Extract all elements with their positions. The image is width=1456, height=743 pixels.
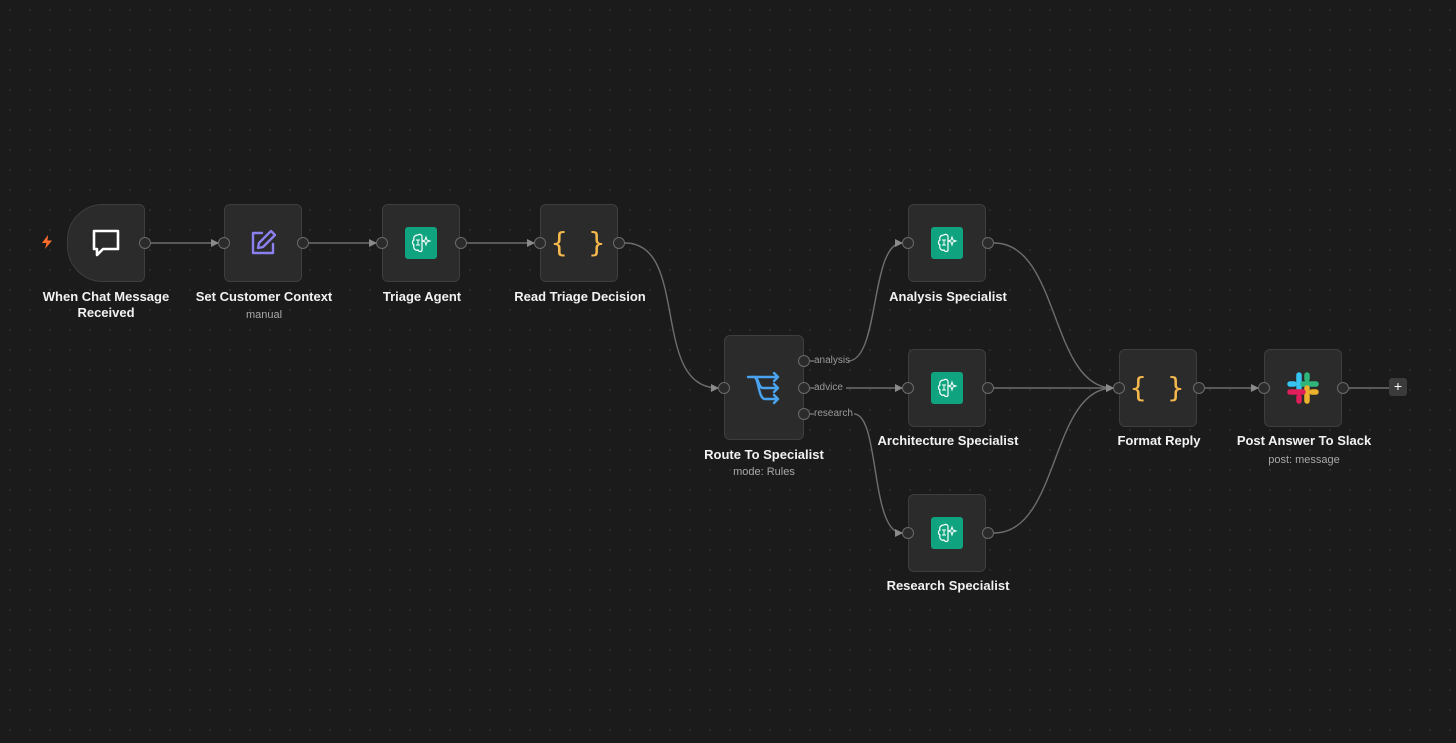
trigger-bolt-icon bbox=[42, 235, 52, 249]
node-analysis-specialist[interactable] bbox=[908, 204, 986, 282]
connection-research-to-format[interactable] bbox=[993, 384, 1114, 534]
edit-pencil-icon bbox=[251, 229, 277, 255]
node-subtitle: post: message bbox=[1268, 454, 1340, 466]
output-port[interactable] bbox=[982, 237, 994, 249]
node-title: When Chat Message Received bbox=[42, 289, 170, 320]
input-port[interactable] bbox=[902, 382, 914, 394]
input-port[interactable] bbox=[902, 527, 914, 539]
input-port[interactable] bbox=[718, 382, 730, 394]
output-port[interactable] bbox=[982, 527, 994, 539]
output-port[interactable] bbox=[982, 382, 994, 394]
output-label-research: research bbox=[814, 408, 853, 419]
node-read-triage-decision[interactable]: { } bbox=[540, 204, 618, 282]
input-port[interactable] bbox=[534, 237, 546, 249]
input-port[interactable] bbox=[376, 237, 388, 249]
node-architecture-specialist[interactable] bbox=[908, 349, 986, 427]
node-research-specialist[interactable] bbox=[908, 494, 986, 572]
node-title: Analysis Specialist bbox=[889, 289, 1007, 304]
output-port[interactable] bbox=[1193, 382, 1205, 394]
connection-analysis-to-format[interactable] bbox=[993, 242, 1114, 392]
node-format-reply[interactable]: { } bbox=[1119, 349, 1197, 427]
output-port-research[interactable] bbox=[798, 408, 810, 420]
connection-read-to-route[interactable] bbox=[624, 242, 719, 392]
input-port[interactable] bbox=[1258, 382, 1270, 394]
code-braces-icon: { } bbox=[550, 226, 608, 259]
router-arrows-icon bbox=[746, 371, 780, 404]
ai-brain-icon bbox=[931, 372, 963, 404]
node-subtitle: manual bbox=[245, 309, 283, 321]
node-title: Format Reply bbox=[1117, 433, 1201, 448]
node-post-answer-to-slack[interactable] bbox=[1264, 349, 1342, 427]
input-port[interactable] bbox=[218, 237, 230, 249]
output-label-analysis: analysis bbox=[814, 355, 851, 366]
node-title: Architecture Specialist bbox=[877, 433, 1019, 448]
node-route-to-specialist[interactable] bbox=[724, 335, 804, 440]
output-port[interactable] bbox=[613, 237, 625, 249]
output-port-analysis[interactable] bbox=[798, 355, 810, 367]
node-title: Read Triage Decision bbox=[514, 289, 646, 304]
output-port[interactable] bbox=[1337, 382, 1349, 394]
ai-brain-icon bbox=[931, 517, 963, 549]
add-node-button[interactable]: + bbox=[1389, 378, 1407, 396]
chat-bubble-icon bbox=[92, 229, 120, 257]
node-triage-agent[interactable] bbox=[382, 204, 460, 282]
ai-brain-icon bbox=[931, 227, 963, 259]
output-port[interactable] bbox=[297, 237, 309, 249]
ai-brain-icon bbox=[405, 227, 437, 259]
node-title: Research Specialist bbox=[886, 578, 1010, 593]
output-port[interactable] bbox=[139, 237, 151, 249]
node-subtitle: mode: Rules bbox=[733, 466, 795, 478]
output-port-advice[interactable] bbox=[798, 382, 810, 394]
node-title: Set Customer Context bbox=[195, 289, 333, 304]
input-port[interactable] bbox=[1113, 382, 1125, 394]
output-label-advice: advice bbox=[814, 382, 843, 393]
node-title: Route To Specialist bbox=[704, 447, 824, 462]
node-set-customer-context[interactable] bbox=[224, 204, 302, 282]
node-chat-trigger[interactable] bbox=[67, 204, 145, 282]
node-title: Post Answer To Slack bbox=[1236, 433, 1372, 448]
slack-logo-icon bbox=[1287, 372, 1319, 404]
node-title: Triage Agent bbox=[382, 289, 462, 304]
input-port[interactable] bbox=[902, 237, 914, 249]
output-port[interactable] bbox=[455, 237, 467, 249]
code-braces-icon: { } bbox=[1129, 371, 1187, 404]
